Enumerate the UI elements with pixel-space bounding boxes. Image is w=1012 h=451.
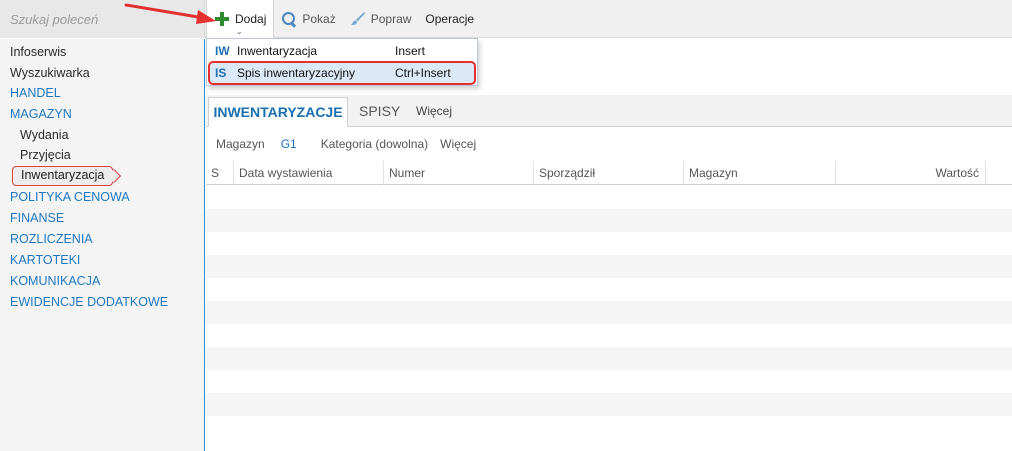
show-button-label: Pokaż (302, 12, 336, 26)
table-row (206, 278, 1012, 301)
table-row (206, 301, 1012, 324)
sidebar-item-magazyn[interactable]: MAGAZYN (10, 105, 72, 123)
sidebar-item-polityka-cenowa[interactable]: POLITYKA CENOWA (10, 188, 130, 206)
menu-item-label: Spis inwentaryzacyjny (237, 66, 356, 80)
column-header-value[interactable]: Wartość (836, 161, 986, 185)
sidebar-item-infoserwis[interactable]: Infoserwis (10, 43, 66, 61)
table-row (206, 324, 1012, 347)
menu-item-spis-inwentaryzacyjny[interactable]: IS Spis inwentaryzacyjny Ctrl+Insert (209, 63, 475, 83)
column-header-number[interactable]: Numer (384, 161, 534, 185)
edit-button[interactable]: Popraw (343, 0, 419, 38)
filter-warehouse[interactable]: Magazyn G1 (216, 137, 309, 151)
table-row (206, 209, 1012, 232)
sidebar-item-finanse[interactable]: FINANSE (10, 209, 64, 227)
column-header-author[interactable]: Sporządził (534, 161, 684, 185)
table-row (206, 186, 1012, 209)
column-header-date[interactable]: Data wystawienia (234, 161, 384, 185)
column-header-warehouse[interactable]: Magazyn (684, 161, 836, 185)
toolbar: Dodaj ⌄ Pokaż Popraw Operacje (206, 0, 481, 38)
tab-spisy[interactable]: SPISY (359, 97, 400, 127)
magnifier-icon (281, 11, 297, 27)
table-row (206, 232, 1012, 255)
sidebar: Infoserwis Wyszukiwarka HANDEL MAGAZYN W… (0, 39, 205, 451)
chevron-down-icon: ⌄ (236, 27, 243, 36)
annotation-arrow (124, 3, 216, 24)
menu-item-shortcut: Insert (395, 44, 426, 58)
main-area: INWENTARYZACJE SPISY Więcej Magazyn G1 Ka… (206, 39, 1012, 451)
sidebar-item-rozliczenia[interactable]: ROZLICZENIA (10, 230, 93, 248)
filter-more[interactable]: Więcej (440, 137, 476, 151)
tab-inwentaryzacje[interactable]: INWENTARYZACJE (208, 97, 348, 127)
sidebar-item-handel[interactable]: HANDEL (10, 84, 61, 102)
edit-button-label: Popraw (370, 12, 412, 26)
table-body (206, 186, 1012, 451)
table-header: S Data wystawienia Numer Sporządził Maga… (206, 161, 1012, 185)
tab-more[interactable]: Więcej (416, 97, 452, 127)
sidebar-item-komunikacja[interactable]: KOMUNIKACJA (10, 272, 100, 290)
sidebar-item-wyszukiwarka[interactable]: Wyszukiwarka (10, 64, 90, 82)
add-button-label: Dodaj (235, 12, 267, 26)
table-row (206, 416, 1012, 439)
add-dropdown-menu: IW Inwentaryzacja Insert IS Spis inwenta… (206, 38, 478, 86)
filter-bar: Magazyn G1 Kategoria (dowolna) Więcej (216, 134, 488, 154)
menu-item-abbr: IW (215, 44, 230, 58)
sidebar-item-ewidencje-dodatkowe[interactable]: EWIDENCJE DODATKOWE (10, 293, 168, 311)
menu-item-inwentaryzacja[interactable]: IW Inwentaryzacja Insert (209, 41, 475, 61)
menu-item-shortcut: Ctrl+Insert (395, 66, 451, 80)
sidebar-item-wydania[interactable]: Wydania (20, 126, 69, 144)
sidebar-item-kartoteki[interactable]: KARTOTEKI (10, 251, 80, 269)
filter-warehouse-value: G1 (280, 137, 297, 151)
table-row (206, 347, 1012, 370)
filter-category[interactable]: Kategoria (dowolna) (321, 137, 428, 151)
operations-button-label: Operacje (425, 12, 475, 26)
sidebar-item-inwentaryzacja[interactable]: Inwentaryzacja (12, 166, 114, 186)
menu-item-abbr: IS (215, 66, 227, 80)
show-button[interactable]: Pokaż (274, 0, 342, 38)
brush-icon (350, 11, 366, 27)
table-row (206, 393, 1012, 416)
table-row (206, 255, 1012, 278)
operations-button[interactable]: Operacje (418, 0, 481, 38)
filter-warehouse-label: Magazyn (216, 137, 265, 151)
table-row (206, 370, 1012, 393)
menu-item-label: Inwentaryzacja (237, 44, 318, 58)
sidebar-item-przyjecia[interactable]: Przyjęcia (20, 146, 71, 164)
column-header-status[interactable]: S (206, 161, 234, 185)
